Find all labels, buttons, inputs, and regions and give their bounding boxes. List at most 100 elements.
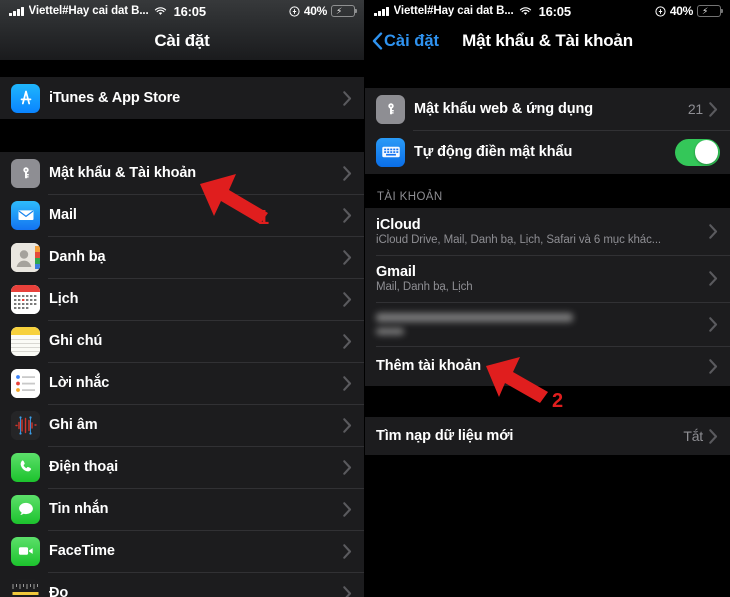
- fetch-value: Tắt: [683, 428, 703, 444]
- sidebar-item-voice-memos[interactable]: Ghi âm: [0, 404, 364, 446]
- accounts-section-header: TÀI KHOẢN: [365, 174, 730, 208]
- sidebar-item-label: Mật khẩu & Tài khoản: [49, 165, 197, 181]
- settings-group-apps: Mật khẩu & Tài khoản Mail Danh bạ Lịch G…: [0, 152, 364, 597]
- group-spacer: [0, 60, 364, 77]
- rotation-lock-icon: [655, 5, 666, 17]
- chevron-right-icon: [343, 459, 352, 475]
- account-row-redacted[interactable]: [365, 302, 730, 346]
- back-button[interactable]: Cài đặt: [372, 32, 439, 51]
- signal-bars-icon: [374, 6, 389, 16]
- chevron-right-icon: [343, 207, 352, 223]
- redacted-account-text: [376, 313, 709, 335]
- battery-charging-icon: ⚡: [331, 5, 358, 17]
- add-account-label: Thêm tài khoản: [376, 358, 481, 374]
- chevron-right-icon: [343, 333, 352, 349]
- sidebar-item-phone[interactable]: Điện thoại: [0, 446, 364, 488]
- sidebar-item-measure[interactable]: Đo: [0, 572, 364, 597]
- accounts-group: iCloud iCloud Drive, Mail, Danh bạ, Lịch…: [365, 208, 730, 386]
- clock-label: 16:05: [173, 3, 206, 19]
- chevron-right-icon: [343, 90, 352, 106]
- add-account-row[interactable]: Thêm tài khoản: [365, 346, 730, 386]
- sidebar-item-label: Ghi âm: [49, 417, 98, 433]
- chevron-right-icon: [343, 417, 352, 433]
- left-phone-screen: Viettel#Hay cai dat B... 16:05 40% ⚡ Cài…: [0, 0, 365, 597]
- password-count-value: 21: [687, 101, 703, 117]
- notes-icon: [11, 326, 40, 356]
- status-bar-left: Viettel#Hay cai dat B... 16:05 40% ⚡: [0, 0, 364, 22]
- account-services: iCloud Drive, Mail, Danh bạ, Lịch, Safar…: [376, 234, 662, 246]
- group-spacer: [365, 60, 730, 88]
- battery-percent-label: 40%: [303, 4, 327, 18]
- page-title: Mật khẩu & Tài khoản: [462, 31, 633, 50]
- fetch-group: Tìm nạp dữ liệu mới Tắt: [365, 417, 730, 455]
- autofill-toggle[interactable]: [675, 138, 720, 166]
- messages-icon: [11, 494, 40, 524]
- sidebar-item-label: Ghi chú: [49, 333, 103, 349]
- sidebar-item-label: Mail: [49, 207, 77, 223]
- account-name: iCloud: [376, 217, 421, 233]
- chevron-right-icon: [709, 101, 718, 117]
- sidebar-item-label: Lịch: [49, 291, 79, 307]
- battery-charging-icon: ⚡: [697, 5, 724, 17]
- redacted-line-primary: [376, 313, 573, 322]
- page-title: Cài đặt: [154, 31, 210, 50]
- chevron-right-icon: [343, 543, 352, 559]
- reminders-icon: [11, 368, 40, 398]
- key-icon: [11, 158, 40, 188]
- chevron-right-icon: [343, 375, 352, 391]
- group-spacer-2: [0, 119, 364, 152]
- keyboard-icon: [376, 137, 405, 167]
- battery-percent-label: 40%: [669, 4, 693, 18]
- signal-bars-icon: [9, 6, 24, 16]
- status-bar-right: Viettel#Hay cai dat B... 16:05 40% ⚡: [365, 0, 730, 22]
- nav-bar-right: Cài đặt Mật khẩu & Tài khoản: [365, 22, 730, 60]
- measure-icon: [11, 578, 40, 597]
- redacted-line-secondary: [376, 328, 404, 335]
- chevron-right-icon: [709, 316, 718, 332]
- rotation-lock-icon: [289, 5, 300, 17]
- sidebar-item-passwords-accounts[interactable]: Mật khẩu & Tài khoản: [0, 152, 364, 194]
- row-label: Mật khẩu web & ứng dụng: [414, 101, 593, 117]
- right-phone-screen: Viettel#Hay cai dat B... 16:05 40% ⚡ Cài…: [365, 0, 730, 597]
- sidebar-item-contacts[interactable]: Danh bạ: [0, 236, 364, 278]
- account-row-gmail[interactable]: Gmail Mail, Danh bạ, Lịch: [365, 255, 730, 302]
- fetch-new-data-row[interactable]: Tìm nạp dữ liệu mới Tắt: [365, 417, 730, 455]
- settings-group-store: iTunes & App Store: [0, 77, 364, 119]
- carrier-label: Viettel#Hay cai dat B...: [393, 5, 514, 17]
- toggle-knob: [694, 140, 719, 164]
- sidebar-item-notes[interactable]: Ghi chú: [0, 320, 364, 362]
- sidebar-item-reminders[interactable]: Lời nhắc: [0, 362, 364, 404]
- contacts-icon: [11, 242, 40, 272]
- chevron-right-icon: [343, 501, 352, 517]
- clock-label: 16:05: [538, 3, 571, 19]
- sidebar-item-mail[interactable]: Mail: [0, 194, 364, 236]
- chevron-right-icon: [709, 428, 718, 444]
- sidebar-item-calendar[interactable]: Lịch: [0, 278, 364, 320]
- sidebar-item-facetime[interactable]: FaceTime: [0, 530, 364, 572]
- voice-memos-icon: [11, 410, 40, 440]
- account-name: Gmail: [376, 264, 416, 280]
- sidebar-item-itunes-app-store[interactable]: iTunes & App Store: [0, 77, 364, 119]
- sidebar-item-messages[interactable]: Tin nhắn: [0, 488, 364, 530]
- group-spacer-2: [365, 386, 730, 417]
- row-autofill-passwords[interactable]: Tự động điền mật khẩu: [365, 130, 730, 174]
- phone-icon: [11, 452, 40, 482]
- chevron-right-icon: [709, 224, 718, 239]
- account-services: Mail, Danh bạ, Lịch: [376, 281, 473, 293]
- itunes-app-store-icon: [11, 83, 40, 113]
- screenshot-root: Viettel#Hay cai dat B... 16:05 40% ⚡ Cài…: [0, 0, 730, 597]
- key-icon: [376, 94, 405, 124]
- nav-bar-left: Cài đặt: [0, 22, 364, 60]
- row-label: Tự động điền mật khẩu: [414, 144, 573, 160]
- row-web-app-passwords[interactable]: Mật khẩu web & ứng dụng 21: [365, 88, 730, 130]
- sidebar-item-label: Điện thoại: [49, 459, 119, 475]
- calendar-icon: [11, 284, 40, 314]
- annotation-number-1: 1: [258, 207, 270, 229]
- carrier-label: Viettel#Hay cai dat B...: [28, 5, 149, 17]
- chevron-right-icon: [709, 271, 718, 286]
- passwords-group: Mật khẩu web & ứng dụng 21 Tự động điền …: [365, 88, 730, 174]
- chevron-right-icon: [343, 585, 352, 597]
- account-row-icloud[interactable]: iCloud iCloud Drive, Mail, Danh bạ, Lịch…: [365, 208, 730, 255]
- sidebar-item-label: Lời nhắc: [49, 375, 110, 391]
- chevron-left-icon: [372, 32, 383, 50]
